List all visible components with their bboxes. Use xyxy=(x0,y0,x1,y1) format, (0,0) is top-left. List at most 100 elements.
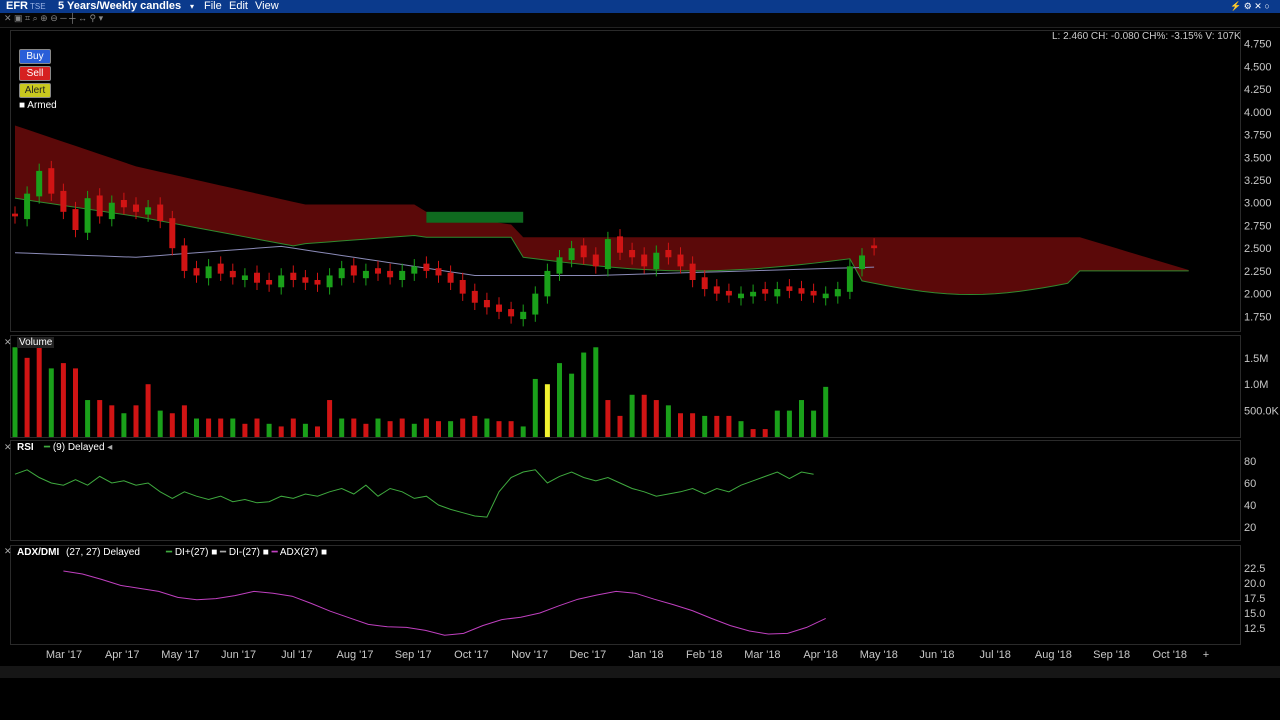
candle-body xyxy=(483,300,490,308)
volume-bar xyxy=(73,368,78,437)
candle-body xyxy=(290,272,297,280)
volume-bar xyxy=(254,418,260,437)
candle-body xyxy=(48,168,55,194)
time-axis-label: Oct '18 xyxy=(1153,649,1188,661)
volume-bar xyxy=(774,410,780,437)
time-axis-label: Jul '17 xyxy=(281,649,312,661)
price-axis-tick: 3.500 xyxy=(1244,152,1272,164)
candle-body xyxy=(677,254,684,267)
sell-button[interactable]: Sell xyxy=(19,66,51,81)
candle-body xyxy=(157,204,164,221)
candle-body xyxy=(241,275,248,280)
volume-bar xyxy=(327,400,333,437)
time-axis-label: Jan '18 xyxy=(628,649,663,661)
rsi-axis-tick: 60 xyxy=(1244,478,1256,490)
volume-axis-tick: 500.0K xyxy=(1244,406,1280,418)
volume-bar xyxy=(629,394,635,437)
candle-body xyxy=(229,270,236,278)
volume-bar xyxy=(85,400,91,437)
candle-body xyxy=(580,245,587,258)
volume-bar xyxy=(121,413,127,437)
candle-body xyxy=(592,254,599,267)
rsi-subtitle: (9) Delayed xyxy=(52,442,105,453)
volume-bar xyxy=(738,421,744,437)
candle-body xyxy=(96,195,103,217)
candle-body xyxy=(798,288,805,294)
volume-bar xyxy=(60,363,66,437)
candle-body xyxy=(24,193,31,220)
candle-body xyxy=(846,266,853,292)
adx-line xyxy=(63,570,826,636)
overview-scrollbar[interactable] xyxy=(0,666,1280,678)
time-axis-label: Mar '18 xyxy=(744,649,780,661)
adx-subtitle: (27, 27) Delayed xyxy=(66,547,140,558)
price-axis-tick: 2.000 xyxy=(1244,289,1272,301)
adx-axis-tick: 17.5 xyxy=(1244,593,1265,605)
candle-body xyxy=(193,268,200,276)
candle-body xyxy=(617,236,623,253)
candle-body xyxy=(447,272,454,283)
time-axis-end-marker: + xyxy=(1203,649,1209,661)
adx-axis-tick: 12.5 xyxy=(1244,623,1265,635)
price-axis-tick: 2.500 xyxy=(1244,243,1272,255)
volume-bar xyxy=(726,415,732,437)
candle-body xyxy=(774,289,781,297)
volume-bar xyxy=(448,421,454,437)
close-icon[interactable]: ✕ xyxy=(4,546,12,557)
volume-bar xyxy=(12,347,18,437)
time-axis-label: May '18 xyxy=(860,649,898,661)
volume-bar xyxy=(230,418,236,437)
legend-di-plus: DI+(27) xyxy=(174,547,209,558)
candle-body xyxy=(411,266,418,274)
volume-bar xyxy=(557,363,562,437)
volume-bar xyxy=(605,400,611,437)
volume-bar xyxy=(714,415,720,437)
volume-bar xyxy=(48,368,54,437)
volume-axis-tick: 1.5M xyxy=(1244,353,1268,365)
volume-bar xyxy=(109,405,115,437)
candle-body xyxy=(859,255,865,270)
candle-body xyxy=(120,200,127,208)
adx-legend: ━ DI+(27) ■ ━ DI-(27) ■ ━ ADX(27) ■ xyxy=(166,547,328,558)
candle-body xyxy=(471,290,478,303)
volume-bar xyxy=(181,405,187,437)
volume-bar xyxy=(266,423,272,437)
time-axis-label: Aug '17 xyxy=(337,649,374,661)
candle-body xyxy=(169,218,176,249)
candle-body xyxy=(435,268,442,276)
armed-checkbox[interactable]: ■ Armed xyxy=(19,100,57,111)
volume-bar xyxy=(218,418,224,437)
volume-bar xyxy=(532,378,538,437)
time-axis-label: Aug '18 xyxy=(1035,649,1072,661)
candle-body xyxy=(532,293,539,315)
volume-bar xyxy=(593,347,599,437)
volume-bar xyxy=(399,418,405,437)
buy-button[interactable]: Buy xyxy=(19,49,51,64)
volume-bar xyxy=(750,429,756,437)
rsi-axis-tick: 20 xyxy=(1244,522,1256,534)
volume-bar xyxy=(339,418,345,437)
volume-bar xyxy=(508,421,514,437)
candle-body xyxy=(326,275,333,288)
volume-bar xyxy=(387,421,393,437)
time-axis-label: Apr '17 xyxy=(105,649,140,661)
rsi-axis-tick: 40 xyxy=(1244,500,1256,512)
candle-body xyxy=(133,204,139,212)
time-axis-label: Feb '18 xyxy=(686,649,722,661)
close-icon[interactable]: ✕ xyxy=(4,337,12,348)
candle-body xyxy=(871,245,878,249)
chart-canvas: 4.750 4.500 4.250 4.000 3.750 3.500 3.250 3.000… xyxy=(5,39,1280,677)
candle-body xyxy=(738,293,744,299)
rsi-line xyxy=(14,469,814,518)
time-axis-label: Oct '17 xyxy=(454,649,489,661)
volume-bar xyxy=(484,418,490,437)
candle-body xyxy=(72,209,79,230)
alert-button[interactable]: Alert xyxy=(19,83,51,98)
candle-body xyxy=(520,311,527,320)
candle-body xyxy=(314,280,321,285)
close-icon[interactable]: ✕ xyxy=(4,442,12,453)
candle-body xyxy=(338,268,345,279)
candle-body xyxy=(653,252,660,270)
price-axis-tick: 3.000 xyxy=(1244,198,1272,210)
candle-body xyxy=(254,272,260,283)
